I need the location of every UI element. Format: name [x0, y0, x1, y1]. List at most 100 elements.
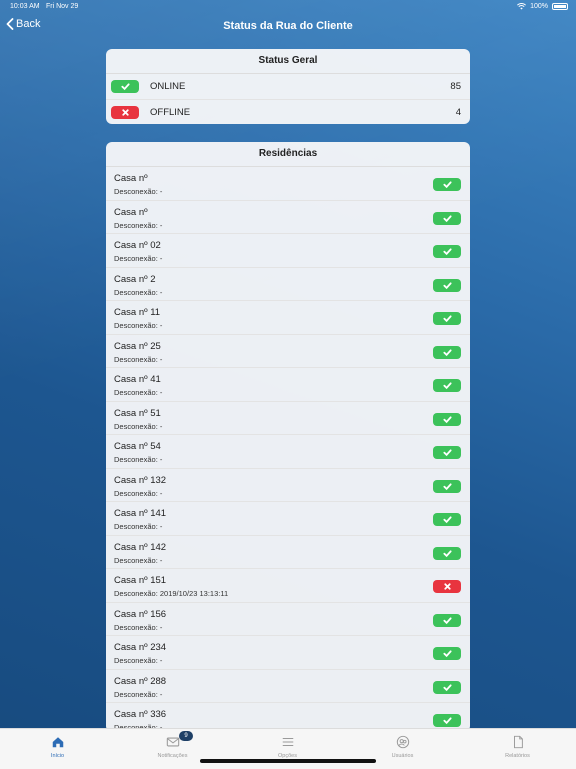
status-row-offline: OFFLINE 4	[106, 100, 470, 124]
residence-disconnect: Desconexão: -	[114, 522, 163, 531]
residence-row[interactable]: Casa nº 132 Desconexão: -	[106, 469, 470, 502]
users-icon	[396, 735, 409, 749]
residence-disconnect: Desconexão: -	[114, 656, 163, 665]
online-badge	[433, 345, 461, 359]
residence-name: Casa nº 02	[114, 240, 161, 251]
check-icon	[442, 482, 452, 490]
online-badge	[433, 278, 461, 292]
tab-document[interactable]: Relatórios	[460, 733, 575, 759]
residence-disconnect: Desconexão: -	[114, 689, 163, 699]
residence-name: Casa nº 54	[114, 441, 161, 452]
residence-row[interactable]: Casa nº 25 Desconexão: -	[106, 335, 470, 368]
residence-name: Casa nº 336	[114, 709, 167, 720]
document-icon	[513, 735, 523, 749]
residencias-card: Residências Casa nº Desconexão: - Casa nº D…	[106, 142, 470, 732]
menu-icon	[282, 737, 293, 747]
mail-icon	[166, 737, 179, 747]
residence-row[interactable]: Casa nº 156 Desconexão: -	[106, 603, 470, 636]
residence-name: Casa nº	[114, 173, 148, 184]
online-badge	[433, 613, 461, 627]
online-badge	[111, 80, 139, 93]
status-count: 85	[450, 81, 461, 92]
residence-disconnect: Desconexão: -	[114, 388, 163, 397]
status-geral-rows: ONLINE 85 OFFLINE 4	[106, 74, 470, 124]
status-count: 4	[455, 107, 461, 118]
offline-badge	[433, 580, 461, 593]
residencias-title: Residências	[106, 142, 470, 167]
online-badge	[433, 211, 461, 225]
tab-menu[interactable]: Opções	[230, 733, 345, 759]
residence-name: Casa nº 51	[114, 407, 161, 419]
tab-label: Início	[50, 753, 65, 759]
tab-label: Relatórios	[505, 753, 530, 759]
check-icon	[442, 650, 452, 658]
online-badge	[433, 312, 461, 325]
status-bar: 10:03 AM Fri Nov 29 100%	[0, 0, 576, 14]
residence-disconnect: Desconexão: -	[114, 421, 163, 431]
residence-disconnect: Desconexão: -	[114, 555, 163, 565]
residence-disconnect: Desconexão: -	[114, 287, 163, 297]
tab-home[interactable]: Início	[0, 733, 115, 759]
battery-percent: 100%	[530, 3, 548, 10]
residence-name: Casa nº 11	[114, 307, 161, 318]
tab-icon-wrap	[0, 733, 115, 751]
online-badge	[433, 446, 461, 459]
online-badge	[433, 513, 461, 526]
residence-name: Casa nº 141	[114, 508, 167, 519]
tab-users[interactable]: Usuários	[345, 733, 460, 759]
residence-disconnect: Desconexão: -	[114, 321, 163, 330]
status-geral-card: Status Geral ONLINE 85 OFFLINE 4	[106, 49, 470, 124]
residence-name: Casa nº 156	[114, 608, 167, 620]
residence-row[interactable]: Casa nº 51 Desconexão: -	[106, 402, 470, 435]
x-icon	[121, 109, 129, 116]
check-icon	[442, 248, 452, 256]
battery-icon	[552, 3, 568, 10]
residence-name: Casa nº	[114, 206, 148, 218]
residence-disconnect: Desconexão: 2019/10/23 13:13:11	[114, 589, 229, 598]
residence-name: Casa nº 142	[114, 541, 167, 553]
residence-row[interactable]: Casa nº 234 Desconexão: -	[106, 636, 470, 670]
x-icon	[443, 583, 451, 590]
residence-row[interactable]: Casa nº 02 Desconexão: -	[106, 234, 470, 268]
online-badge	[433, 178, 461, 191]
check-icon	[442, 717, 452, 725]
residence-row[interactable]: Casa nº 336 Desconexão: -	[106, 703, 470, 728]
residence-row[interactable]: Casa nº 11 Desconexão: -	[106, 301, 470, 335]
residence-row[interactable]: Casa nº 142 Desconexão: -	[106, 536, 470, 569]
residence-row[interactable]: Casa nº 141 Desconexão: -	[106, 502, 470, 536]
page-title: Status da Rua do Cliente	[223, 20, 353, 32]
check-icon	[442, 382, 452, 390]
status-label: OFFLINE	[150, 107, 191, 118]
residence-disconnect: Desconexão: -	[114, 187, 163, 196]
status-right: 100%	[517, 3, 568, 10]
residence-name: Casa nº 25	[114, 340, 161, 352]
online-badge	[433, 245, 461, 258]
status-row-online: ONLINE 85	[106, 74, 470, 100]
residence-row[interactable]: Casa nº 54 Desconexão: -	[106, 435, 470, 469]
tab-mail[interactable]: 9 Notificações	[115, 731, 230, 759]
check-icon	[442, 683, 452, 691]
residence-row[interactable]: Casa nº 41 Desconexão: -	[106, 368, 470, 402]
residence-row[interactable]: Casa nº Desconexão: -	[106, 201, 470, 234]
check-icon	[442, 616, 452, 624]
online-badge	[433, 546, 461, 560]
navigation-bar: Back Status da Rua do Cliente	[0, 14, 576, 40]
residence-row[interactable]: Casa nº 288 Desconexão: -	[106, 670, 470, 703]
residence-row[interactable]: Casa nº 2 Desconexão: -	[106, 268, 470, 301]
check-icon	[120, 83, 130, 91]
residence-row[interactable]: Casa nº Desconexão: -	[106, 167, 470, 201]
online-badge	[433, 479, 461, 493]
residence-row[interactable]: Casa nº 151 Desconexão: 2019/10/23 13:13:…	[106, 569, 470, 603]
residence-name: Casa nº 41	[114, 374, 161, 385]
check-icon	[442, 449, 452, 457]
check-icon	[442, 181, 452, 189]
residencias-list[interactable]: Casa nº Desconexão: - Casa nº Desconexão: -…	[106, 167, 470, 728]
check-icon	[442, 315, 452, 323]
residence-name: Casa nº 151	[114, 575, 167, 586]
wifi-icon	[517, 3, 527, 10]
residence-disconnect: Desconexão: -	[114, 254, 163, 263]
offline-badge	[111, 106, 139, 119]
check-icon	[442, 549, 452, 557]
residence-name: Casa nº 132	[114, 474, 167, 486]
check-icon	[442, 516, 452, 524]
